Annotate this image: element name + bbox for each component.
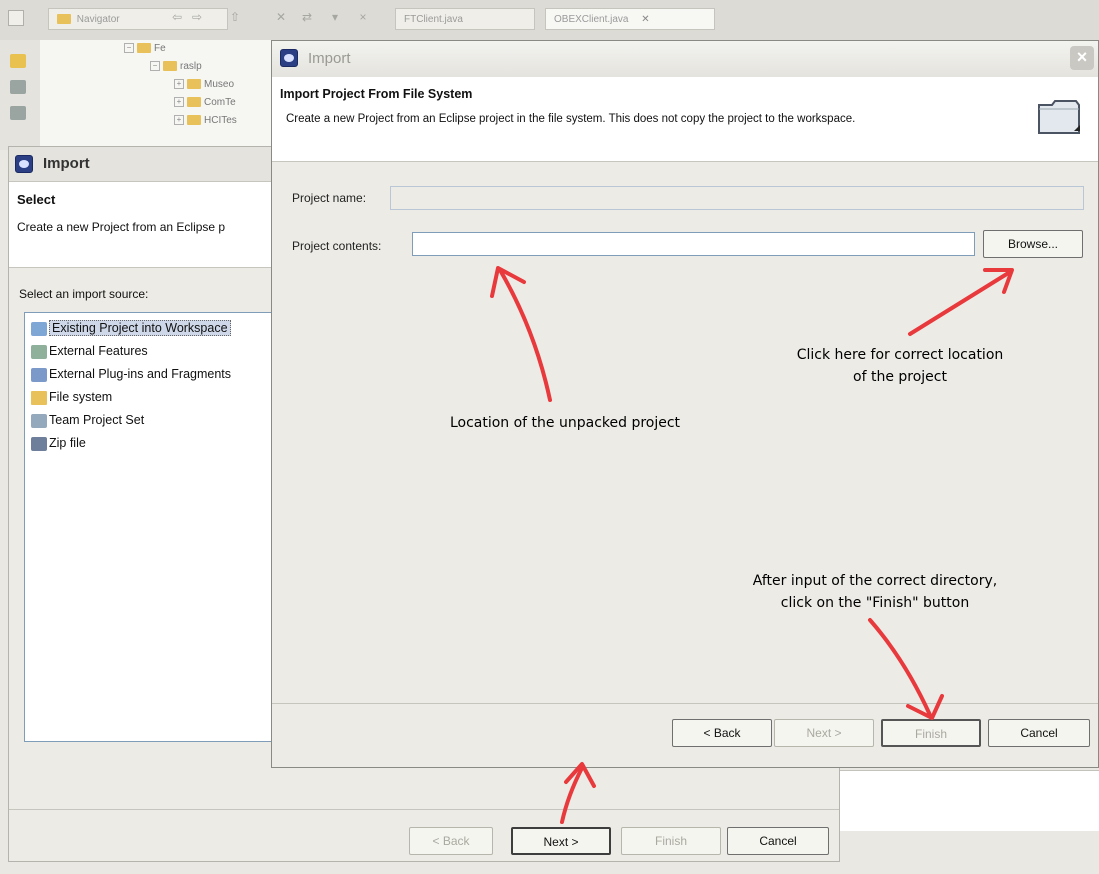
list-item[interactable]: External Features [31, 340, 148, 362]
expand-icon[interactable]: + [174, 115, 184, 126]
navigator-tree: − Fe − raslp + Museo + ComTe + HCITes [40, 40, 280, 150]
folder-banner-icon [1038, 100, 1080, 134]
folder-icon [137, 43, 151, 54]
expand-icon[interactable]: − [124, 43, 134, 54]
import-source-list[interactable]: Existing Project into Workspace External… [24, 312, 284, 742]
back-button[interactable]: < Back [409, 827, 493, 855]
header-title: Import Project From File System [280, 87, 473, 101]
project-name-label: Project name: [292, 191, 367, 205]
import-dialog-project: Import × Import Project From File System… [271, 40, 1099, 768]
finish-button[interactable]: Finish [881, 719, 981, 747]
tree-item[interactable]: + ComTe [174, 94, 236, 112]
dialog-title: Import [43, 155, 90, 172]
eclipse-icon [15, 155, 33, 173]
eclipse-icon [280, 49, 298, 67]
back-button[interactable]: < Back [672, 719, 772, 747]
collapse-icon[interactable]: ✕ [274, 10, 288, 24]
navigator-icon [57, 14, 71, 25]
separator [9, 809, 839, 810]
editor-tab-label: FTClient.java [404, 14, 463, 25]
next-button[interactable]: Next > [774, 719, 874, 747]
feature-icon [31, 344, 47, 359]
project-contents-label: Project contents: [292, 239, 382, 253]
list-item[interactable]: Zip file [31, 432, 86, 454]
project-name-field[interactable] [390, 186, 1084, 210]
link-icon[interactable]: ⇄ [300, 10, 314, 24]
workbench-toolbar: Navigator ⇦ ⇨ ⇧ ✕ ⇄ ▾ × FTClient.java OB… [0, 0, 1099, 41]
next-button[interactable]: Next > [511, 827, 611, 855]
up-nav-icon[interactable]: ⇧ [228, 10, 242, 24]
folder-icon [187, 115, 201, 126]
import-source-label: Select an import source: [19, 287, 149, 301]
folder-icon [31, 390, 47, 405]
perspective-icon[interactable] [10, 106, 26, 120]
finish-annotation: After input of the correct directory, cl… [752, 573, 998, 611]
navigator-tab-label: Navigator [76, 14, 120, 25]
menu-icon[interactable]: ▾ [328, 10, 342, 24]
forward-nav-icon[interactable]: ⇨ [190, 10, 204, 24]
back-nav-icon[interactable]: ⇦ [170, 10, 184, 24]
tree-item[interactable]: − Fe [124, 40, 166, 58]
editor-tab-ftclient[interactable]: FTClient.java [395, 8, 535, 30]
dialog-header: Import Project From File System Create a… [272, 77, 1098, 162]
editor-tab-label: OBEXClient.java [554, 14, 629, 25]
location-annotation: Location of the unpacked project [449, 415, 681, 431]
folder-icon [187, 97, 201, 108]
project-icon [31, 321, 47, 336]
project-contents-field[interactable] [412, 232, 975, 256]
perspective-bar [0, 40, 40, 150]
dialog-titlebar: Import × [272, 41, 1098, 78]
perspective-icon[interactable] [10, 80, 26, 94]
tree-item[interactable]: + Museo [174, 76, 234, 94]
list-item[interactable]: External Plug-ins and Fragments [31, 363, 231, 385]
folder-icon [187, 79, 201, 90]
expand-icon[interactable]: + [174, 79, 184, 90]
cancel-button[interactable]: Cancel [988, 719, 1090, 747]
browse-annotation: Click here for correct location of the p… [796, 347, 1004, 385]
close-icon[interactable]: × [1070, 46, 1094, 70]
restore-icon[interactable] [8, 10, 24, 26]
editor-area [840, 770, 1099, 831]
close-tab-icon[interactable]: ✕ [641, 14, 649, 25]
browse-button[interactable]: Browse... [983, 230, 1083, 258]
zip-icon [31, 436, 47, 451]
list-item[interactable]: Existing Project into Workspace [31, 317, 231, 339]
team-icon [31, 413, 47, 428]
expand-icon[interactable]: + [174, 97, 184, 108]
list-item[interactable]: File system [31, 386, 112, 408]
finish-button[interactable]: Finish [621, 827, 721, 855]
perspective-icon[interactable] [10, 54, 26, 68]
tree-item[interactable]: − raslp [150, 58, 202, 76]
header-title: Select [17, 192, 56, 207]
header-description: Create a new Project from an Eclipse p [17, 220, 226, 234]
editor-tab-obexclient[interactable]: OBEXClient.java ✕ [545, 8, 715, 30]
header-description: Create a new Project from an Eclipse pro… [286, 113, 856, 125]
cancel-button[interactable]: Cancel [727, 827, 829, 855]
plugin-icon [31, 367, 47, 382]
folder-icon [163, 61, 177, 72]
expand-icon[interactable]: − [150, 61, 160, 72]
tree-item[interactable]: + HCITes [174, 112, 237, 130]
close-view-icon[interactable]: × [356, 10, 370, 24]
dialog-title: Import [308, 50, 351, 67]
list-item[interactable]: Team Project Set [31, 409, 144, 431]
separator [272, 703, 1098, 704]
